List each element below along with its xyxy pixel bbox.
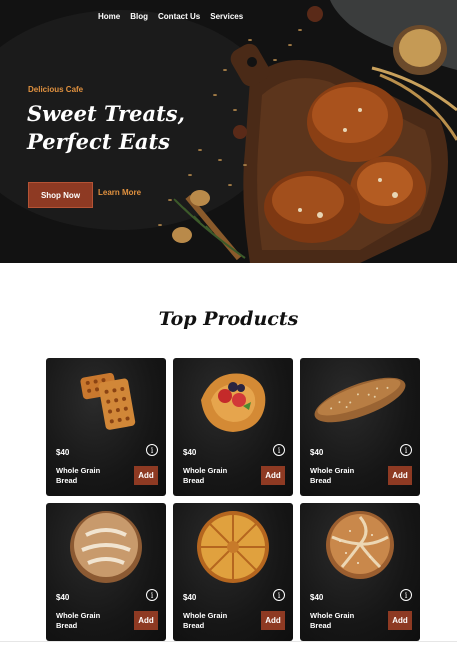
product-name: Whole Grain Bread: [310, 611, 380, 631]
product-image: [201, 373, 266, 432]
product-name-line1: Whole Grain: [183, 466, 228, 475]
nav-home-link[interactable]: Home: [98, 12, 120, 21]
hero-banner: Home Blog Contact Us Services Delicious …: [0, 0, 457, 263]
product-name: Whole Grain Bread: [56, 611, 126, 631]
product-card: $40 i Whole Grain Bread Add: [46, 358, 166, 496]
product-name: Whole Grain Bread: [183, 611, 253, 631]
product-card: $40 i Whole Grain Bread Add: [173, 358, 293, 496]
product-name-line1: Whole Grain: [310, 466, 355, 475]
product-card: $40 i Whole Grain Bread Add: [300, 358, 420, 496]
product-card: $40 i Whole Grain Bread Add: [46, 503, 166, 641]
nav-contact-link[interactable]: Contact Us: [158, 12, 200, 21]
add-to-cart-button[interactable]: Add: [388, 611, 412, 630]
shop-now-button[interactable]: Shop Now: [28, 182, 93, 208]
product-image: [197, 511, 269, 583]
product-image: [326, 511, 394, 579]
info-icon[interactable]: i: [400, 589, 412, 601]
info-icon[interactable]: i: [273, 589, 285, 601]
product-name-line1: Whole Grain: [56, 611, 101, 620]
product-name: Whole Grain Bread: [56, 466, 126, 486]
product-card: $40 i Whole Grain Bread Add: [300, 503, 420, 641]
product-name-line1: Whole Grain: [183, 611, 228, 620]
add-to-cart-button[interactable]: Add: [261, 466, 285, 485]
product-name-line2: Bread: [56, 621, 78, 630]
product-name-line2: Bread: [183, 476, 205, 485]
add-to-cart-button[interactable]: Add: [134, 466, 158, 485]
hero-headline-line2: Perfect Eats: [27, 129, 170, 154]
hero-headline: Sweet Treats, Perfect Eats: [27, 100, 227, 156]
product-price: $40: [310, 448, 324, 457]
product-name-line1: Whole Grain: [56, 466, 101, 475]
product-name-line1: Whole Grain: [310, 611, 355, 620]
product-name-line2: Bread: [310, 476, 332, 485]
add-to-cart-button[interactable]: Add: [134, 611, 158, 630]
product-name: Whole Grain Bread: [183, 466, 253, 486]
info-icon[interactable]: i: [400, 444, 412, 456]
product-image: [80, 372, 136, 430]
learn-more-link[interactable]: Learn More: [98, 188, 141, 197]
add-to-cart-button[interactable]: Add: [388, 466, 412, 485]
info-icon[interactable]: i: [273, 444, 285, 456]
product-name-line2: Bread: [183, 621, 205, 630]
nav-services-link[interactable]: Services: [210, 12, 243, 21]
product-image: [314, 377, 406, 423]
hero-headline-line1: Sweet Treats,: [27, 101, 185, 126]
nav-blog-link[interactable]: Blog: [130, 12, 148, 21]
product-name-line2: Bread: [310, 621, 332, 630]
product-price: $40: [310, 593, 324, 602]
product-image: [70, 511, 142, 583]
product-price: $40: [183, 593, 197, 602]
info-icon[interactable]: i: [146, 444, 158, 456]
product-card: $40 i Whole Grain Bread Add: [173, 503, 293, 641]
divider: [0, 641, 457, 642]
product-price: $40: [183, 448, 197, 457]
info-icon[interactable]: i: [146, 589, 158, 601]
products-section-title: Top Products: [158, 308, 299, 330]
add-to-cart-button[interactable]: Add: [261, 611, 285, 630]
product-name-line2: Bread: [56, 476, 78, 485]
product-name: Whole Grain Bread: [310, 466, 380, 486]
product-price: $40: [56, 593, 70, 602]
main-nav: Home Blog Contact Us Services: [98, 12, 243, 21]
product-price: $40: [56, 448, 70, 457]
hero-eyebrow: Delicious Cafe: [28, 85, 84, 94]
